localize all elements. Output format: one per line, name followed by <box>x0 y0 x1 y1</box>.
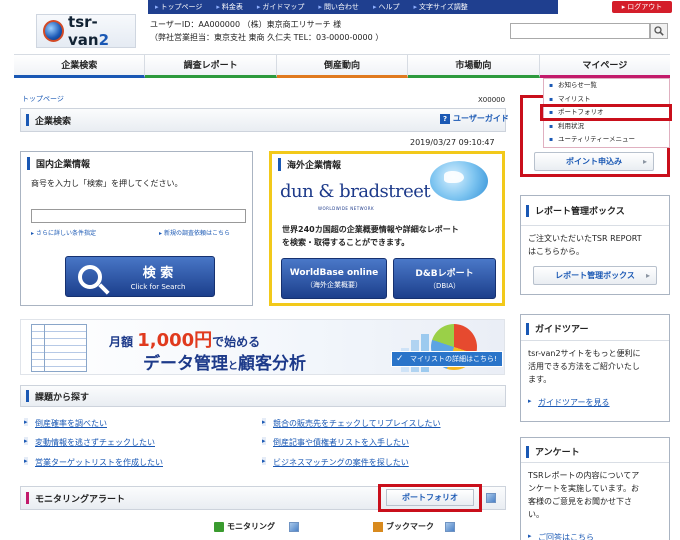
survey-header: アンケート <box>526 445 580 458</box>
logo-text: tsr-van2 <box>68 13 110 49</box>
top-link-font-size[interactable]: 文字サイズ調整 <box>406 2 474 12</box>
tab-bookmark[interactable]: ブックマーク <box>386 521 434 532</box>
portfolio-button[interactable]: ポートフォリオ <box>386 489 474 506</box>
guide-tour-text: tsr-van2サイトをもっと便利に 活用できる方法をご紹介いたし ます。 <box>528 349 641 384</box>
survey-title: アンケート <box>535 448 580 458</box>
new-research-request-link[interactable]: 新規の調査依頼はこちら <box>159 228 230 237</box>
domestic-title: 国内企業情報 <box>27 157 252 170</box>
domestic-company-box: 国内企業情報 商号を入力し「検索」を押してください。 さらに詳しい条件指定 新規… <box>20 151 253 306</box>
guide-tour-title: ガイドツアー <box>535 325 589 335</box>
issue-link-creditor-list[interactable]: 倒産記事や債権者リストを入手したい <box>262 437 409 448</box>
issue-link-competitor-replace[interactable]: 競合の販売先をチェックしてリプレイスしたい <box>262 418 441 429</box>
issue-link-business-matching[interactable]: ビジネスマッチングの案件を探したい <box>262 457 409 468</box>
guide-tour-header: ガイドツアー <box>526 322 588 335</box>
page-title: 企業検索 <box>35 116 72 127</box>
portfolio-menu-highlight <box>540 104 672 121</box>
page-code: X00000 <box>478 96 506 104</box>
user-info: ユーザーID：AA000000 （株）東京商工リサーチ 様 （弊社営業担当：東京… <box>150 18 383 44</box>
survey-text: TSRレポートの内容についてア ンケートを実施しています。お 客様のご意見をお聞… <box>528 471 640 519</box>
advanced-search-link[interactable]: さらに詳しい条件指定 <box>31 228 96 237</box>
banner-headline: データ管理と顧客分析 <box>143 354 306 374</box>
bookmark-help-icon[interactable] <box>445 522 455 532</box>
overseas-company-box: 海外企業情報 dun & bradstreet WORLDWIDE NETWOR… <box>269 151 505 306</box>
monitoring-help-icon[interactable] <box>289 522 299 532</box>
top-link-contact[interactable]: 問い合わせ <box>311 2 366 12</box>
site-search-input[interactable] <box>510 23 650 39</box>
issue-link-bankruptcy-probability[interactable]: 倒産確率を調べたい <box>24 418 107 429</box>
magnifier-icon <box>78 264 102 289</box>
tab-monitoring[interactable]: モニタリング <box>227 521 275 532</box>
issues-header: 課題から探す <box>20 385 506 407</box>
top-link-pricing[interactable]: 料金表 <box>209 2 250 12</box>
guide-tour-link[interactable]: ガイドツアーを見る <box>528 397 610 408</box>
top-links: トップページ 料金表 ガイドマップ 問い合わせ ヘルプ 文字サイズ調整 <box>148 0 558 14</box>
report-box-header: レポート管理ボックス <box>526 204 625 217</box>
menu-item-notices[interactable]: お知らせ一覧 <box>544 79 669 93</box>
nav-bankruptcy-trends[interactable]: 倒産動向 <box>276 55 409 78</box>
sales-contact-line: （弊社営業担当：東京支社 東商 久仁夫 TEL：03-0000-0000 ） <box>150 33 384 42</box>
nav-research-report[interactable]: 調査レポート <box>145 55 277 78</box>
nav-mypage[interactable]: マイページ <box>539 55 671 78</box>
logout-button[interactable]: ログアウト <box>612 1 672 13</box>
report-box-button[interactable]: レポート管理ボックス <box>533 266 657 285</box>
mylist-promo-banner[interactable]: 月額 1,000円で始める データ管理と顧客分析 マイリストの詳細はこちら! <box>20 319 505 375</box>
globe-icon <box>430 161 488 201</box>
survey-link[interactable]: ご回答はこちら <box>528 532 594 540</box>
top-link-guidemap[interactable]: ガイドマップ <box>250 2 312 12</box>
logo-globe-icon <box>43 20 65 42</box>
domestic-desc: 商号を入力し「検索」を押してください。 <box>31 179 183 188</box>
report-box-title: レポート管理ボックス <box>535 207 625 217</box>
top-link-help[interactable]: ヘルプ <box>366 2 407 12</box>
mylist-details-button[interactable]: マイリストの詳細はこちら! <box>391 351 503 367</box>
nav-market-trends[interactable]: 市場動向 <box>408 55 540 78</box>
search-button-sublabel: Click for Search <box>130 283 186 291</box>
user-id-line: ユーザーID：AA000000 （株）東京商工リサーチ 様 <box>150 20 342 29</box>
search-button[interactable]: 検 索 Click for Search <box>65 256 215 297</box>
menu-item-usage[interactable]: 利用状況 <box>544 120 669 134</box>
rss-icon <box>214 522 224 532</box>
report-box-text: ご注文いただいたTSR REPORT はこちらから。 <box>528 234 642 256</box>
top-link-home[interactable]: トップページ <box>148 2 209 12</box>
point-apply-button[interactable]: ポイント申込み <box>534 152 654 171</box>
monitoring-title: モニタリングアラート <box>35 494 126 505</box>
breadcrumb[interactable]: トップページ <box>22 94 64 104</box>
worldbase-online-button[interactable]: WorldBase online （海外企業概要） <box>281 258 387 299</box>
search-icon <box>654 26 664 36</box>
dnb-logo-sub: WORLDWIDE NETWORK <box>318 206 375 211</box>
dnb-report-button[interactable]: D&Bレポート （DBIA） <box>393 258 496 299</box>
help-icon[interactable] <box>486 493 496 503</box>
main-nav: 企業検索 調査レポート 倒産動向 市場動向 マイページ <box>14 54 671 78</box>
user-guide-link[interactable]: ユーザーガイド <box>440 113 509 124</box>
company-search-header: 企業検索 <box>20 108 506 132</box>
company-name-input[interactable] <box>31 209 246 223</box>
menu-item-utility[interactable]: ユーティリティーメニュー <box>544 133 669 147</box>
top-bar: トップページ 料金表 ガイドマップ 問い合わせ ヘルプ 文字サイズ調整 ログアウ… <box>0 0 680 14</box>
dnb-logo: dun & bradstreet <box>280 181 431 202</box>
search-button-label: 検 索 <box>142 266 174 281</box>
issues-title: 課題から探す <box>35 392 90 403</box>
site-search-button[interactable] <box>650 23 668 39</box>
issue-link-change-alerts[interactable]: 変動情報を逃さずチェックしたい <box>24 437 155 448</box>
nav-company-search[interactable]: 企業検索 <box>14 55 146 78</box>
current-datetime: 2019/03/27 09:10:47 <box>410 138 495 147</box>
site-logo[interactable]: tsr-van2 <box>36 13 136 49</box>
bookmark-icon <box>373 522 383 532</box>
overseas-desc: 世界240カ国超の企業概要情報や詳細なレポート を検索・取得することができます。 <box>282 225 459 247</box>
issue-link-target-list[interactable]: 営業ターゲットリストを作成したい <box>24 457 163 468</box>
spreadsheet-icon <box>31 324 87 372</box>
